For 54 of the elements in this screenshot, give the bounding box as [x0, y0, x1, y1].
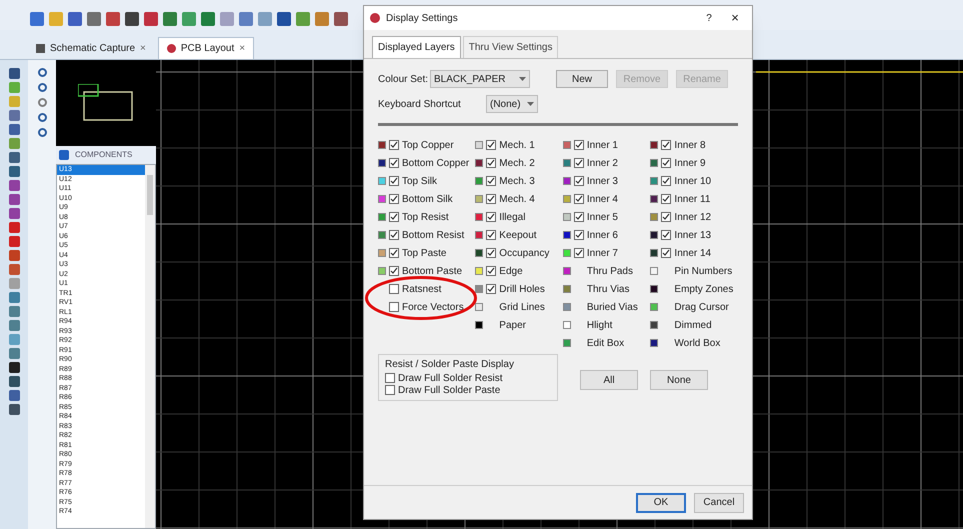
tab-label: PCB Layout [180, 42, 234, 56]
layer-label: Inner 2 [586, 156, 618, 170]
components-header: COMPONENTS [75, 149, 132, 161]
layer-label: Bottom Silk [402, 192, 453, 206]
layer-label: Bottom Resist [402, 228, 464, 242]
layer-label: Inner 10 [674, 174, 712, 188]
layer-label: Inner 7 [586, 246, 618, 260]
dialog-title: Display Settings [386, 12, 459, 26]
layer-label: Top Resist [402, 210, 449, 224]
layer-label: Mech. 2 [499, 156, 535, 170]
keyboard-shortcut-label: Keyboard Shortcut [378, 98, 462, 112]
layer-label: Inner 5 [586, 210, 618, 224]
layer-label: Thru Vias [586, 282, 630, 296]
layer-label: Mech. 3 [499, 174, 535, 188]
colour-set-label: Colour Set: [378, 72, 430, 86]
layer-label: Drill Holes [499, 282, 545, 296]
layer-label: Force Vectors [402, 300, 464, 314]
layer-label: Mech. 1 [499, 138, 535, 152]
layer-label: Inner 13 [674, 228, 712, 242]
layer-label: Inner 6 [586, 228, 618, 242]
layer-label: Buried Vias [586, 300, 638, 314]
layer-label: Empty Zones [674, 282, 734, 296]
group-title: Resist / Solder Paste Display [385, 358, 515, 372]
layer-label: Ratsnest [402, 282, 442, 296]
layer-label: Inner 11 [674, 192, 710, 206]
layer-label: Bottom Paste [402, 264, 462, 278]
layer-label: Inner 14 [674, 246, 712, 260]
layer-label: Top Silk [402, 174, 438, 188]
layer-label: Inner 12 [674, 210, 712, 224]
layer-label: Thru Pads [586, 264, 633, 278]
layer-label: Occupancy [499, 246, 550, 260]
layer-label: Inner 3 [586, 174, 618, 188]
layer-label: Pin Numbers [674, 264, 732, 278]
layer-label: Drag Cursor [674, 300, 729, 314]
layer-label: Grid Lines [499, 300, 545, 314]
layer-label: Paper [499, 318, 526, 332]
layer-label: Edit Box [586, 336, 624, 350]
layer-label: Inner 8 [674, 138, 706, 152]
layer-label: World Box [674, 336, 720, 350]
option-label: Draw Full Solder Resist [398, 372, 502, 386]
layer-label: Bottom Copper [402, 156, 470, 170]
layer-label: Inner 1 [586, 138, 618, 152]
layer-label: Mech. 4 [499, 192, 535, 206]
layer-label: Top Copper [402, 138, 454, 152]
layer-label: Edge [499, 264, 523, 278]
tab-label: Schematic Capture [50, 42, 136, 56]
layer-label: Keepout [499, 228, 537, 242]
layer-label: Inner 9 [674, 156, 706, 170]
option-label: Draw Full Solder Paste [398, 384, 500, 398]
layer-label: Top Paste [402, 246, 446, 260]
layer-label: Illegal [499, 210, 526, 224]
layer-label: Hlight [586, 318, 612, 332]
layer-label: Inner 4 [586, 192, 618, 206]
layer-label: Dimmed [674, 318, 712, 332]
